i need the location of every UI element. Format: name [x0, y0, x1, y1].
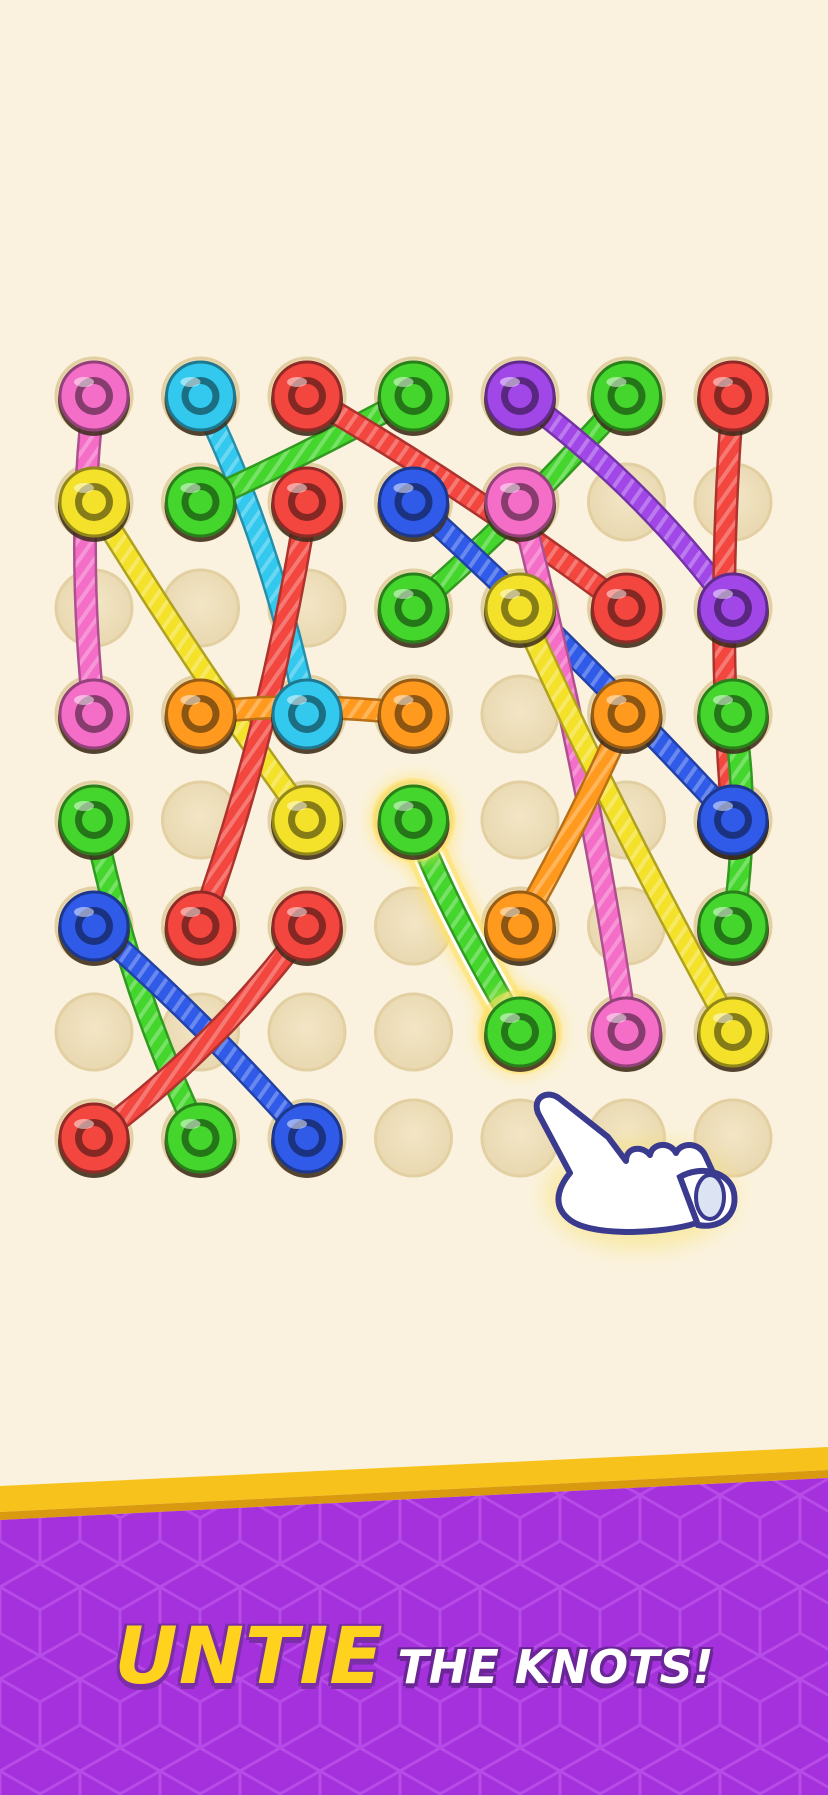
caption-untie: UNTIE: [114, 1612, 384, 1702]
bottom-banner: [0, 1447, 828, 1795]
caption-the-knots: THE KNOTS!: [397, 1640, 714, 1694]
banner-caption: UNTIE THE KNOTS!: [0, 1612, 828, 1702]
